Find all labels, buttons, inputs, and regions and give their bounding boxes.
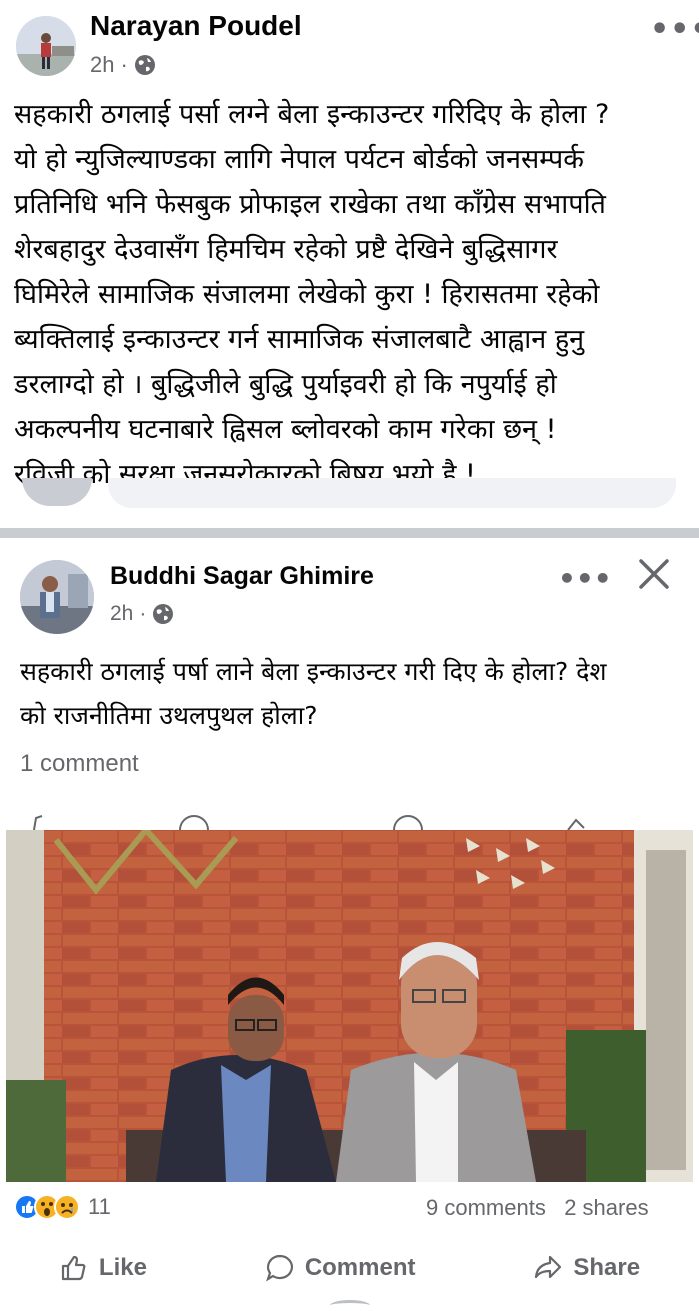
- post-text-line: ब्यक्तिलाई इन्काउन्टर गर्न सामाजिक संजाल…: [14, 324, 585, 355]
- share-button[interactable]: Share: [533, 1253, 640, 1283]
- author-name[interactable]: Narayan Poudel: [90, 10, 302, 42]
- shared-author-name[interactable]: Buddhi Sagar Ghimire: [110, 562, 374, 591]
- cutoff-icon: [330, 1300, 370, 1311]
- reaction-count: 11: [88, 1194, 111, 1219]
- engagement-counts: 9 comments 2 shares: [426, 1195, 649, 1221]
- comment-icon: [265, 1254, 293, 1282]
- shared-author-avatar[interactable]: [20, 560, 94, 634]
- close-icon[interactable]: [636, 556, 672, 599]
- shared-more-options-icon[interactable]: •••: [558, 562, 612, 595]
- post-text-line: शेरबहादुर देउवासँग हिमचिम रहेको प्रष्टै …: [14, 234, 558, 265]
- shared-text-line: को राजनीतिमा उथलपुथल होला?: [20, 701, 318, 730]
- post-text-line: यो हो न्युजिल्याण्डका लागि नेपाल पर्यटन …: [14, 144, 584, 175]
- comment-label: Comment: [304, 1254, 416, 1281]
- like-button[interactable]: Like: [59, 1253, 147, 1283]
- post-text-line: घिमिरेले सामाजिक संजालमा लेखेको कुरा ! ह…: [14, 279, 600, 310]
- post-photo[interactable]: [6, 830, 693, 1182]
- share-icon: [535, 1255, 562, 1279]
- sad-reaction-icon: [54, 1194, 80, 1220]
- shared-post-time[interactable]: 2h: [110, 602, 133, 626]
- shares-count[interactable]: 2 shares: [564, 1195, 648, 1220]
- comment-input-cutoff[interactable]: [108, 478, 676, 508]
- comments-count[interactable]: 9 comments: [426, 1195, 546, 1220]
- divider: [0, 528, 699, 538]
- shared-post-text: सहकारी ठगलाई पर्षा लाने बेला इन्काउन्टर …: [20, 650, 684, 738]
- shared-post-meta: 2h ·: [110, 602, 174, 626]
- post-meta: 2h ·: [90, 52, 156, 78]
- more-options-icon[interactable]: •••: [650, 12, 699, 47]
- globe-icon: [134, 55, 155, 75]
- share-label: Share: [573, 1254, 641, 1281]
- post-text-line: सहकारी ठगलाई पर्सा लग्ने बेला इन्काउन्टर…: [14, 99, 610, 130]
- comment-button[interactable]: Comment: [265, 1253, 416, 1283]
- globe-icon: [153, 604, 174, 624]
- post-text: सहकारी ठगलाई पर्सा लग्ने बेला इन्काउन्टर…: [14, 92, 690, 497]
- post-text-line: प्रतिनिधि भनि फेसबुक प्रोफाइल राखेका तथा…: [14, 189, 606, 220]
- shared-comment-count[interactable]: 1 comment: [20, 750, 139, 778]
- author-avatar[interactable]: [16, 16, 76, 76]
- comment-avatar: [22, 478, 92, 506]
- thumbs-up-icon: [61, 1255, 86, 1281]
- shared-text-line: सहकारी ठगलाई पर्षा लाने बेला इन्काउन्टर …: [20, 657, 607, 686]
- post-text-line: अकल्पनीय घटनाबारे ह्विसल ब्लोवरको काम गर…: [14, 414, 557, 445]
- post-text-line: डरलाग्दो हो । बुद्धिजीले बुद्धि पुर्याइव…: [14, 369, 557, 400]
- action-bar: Like Comment Share: [0, 1240, 699, 1296]
- reaction-summary[interactable]: 11: [14, 1194, 111, 1220]
- cutoff-action-row: [20, 812, 680, 830]
- post-time[interactable]: 2h: [90, 52, 114, 78]
- like-label: Like: [98, 1254, 147, 1281]
